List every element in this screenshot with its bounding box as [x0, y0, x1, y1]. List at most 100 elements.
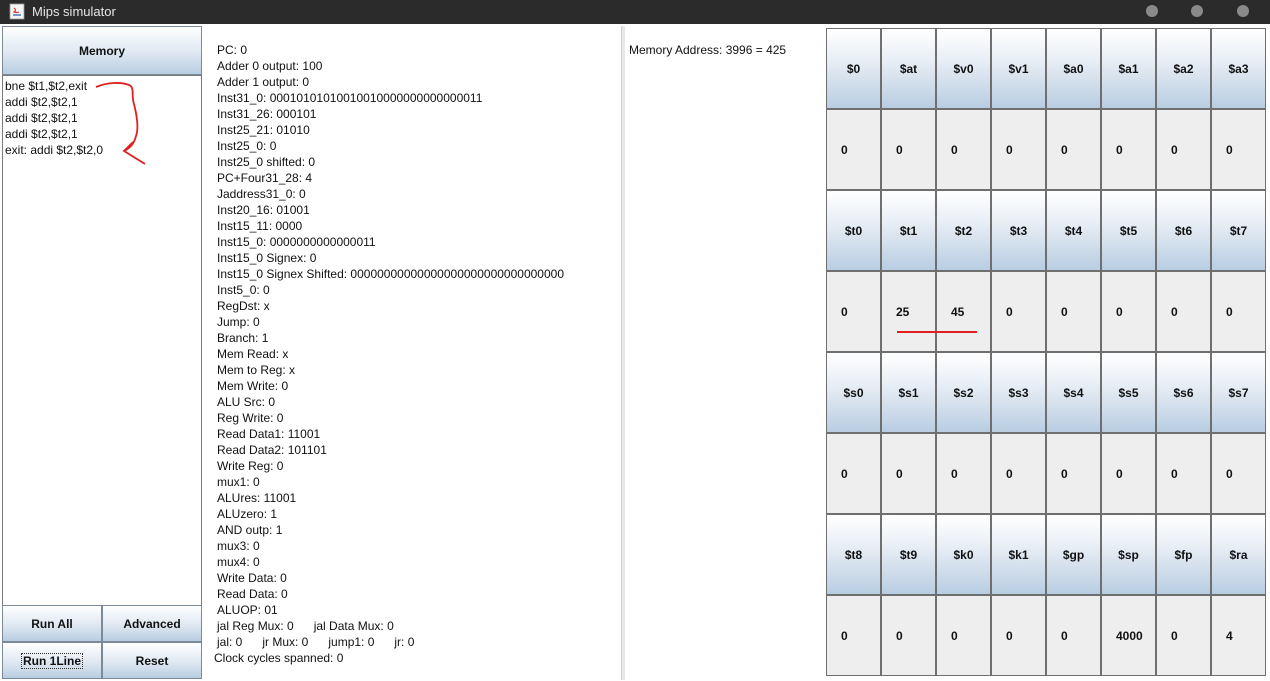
register-value-cell: 0 — [1156, 595, 1211, 676]
info-line: Branch: 1 — [217, 331, 269, 345]
register-name-cell: $gp — [1046, 514, 1101, 595]
register-value-cell: 0 — [826, 433, 881, 514]
register-value-cell: 0 — [881, 109, 936, 190]
register-value-cell: 0 — [1101, 271, 1156, 352]
register-value-cell: 0 — [1046, 109, 1101, 190]
window-title: Mips simulator — [32, 4, 116, 19]
register-name-cell: $s5 — [1101, 352, 1156, 433]
info-line: Inst31_0: 000101010100100100000000000000… — [217, 91, 483, 105]
close-button[interactable] — [1237, 5, 1249, 17]
register-value-cell: 0 — [991, 271, 1046, 352]
register-name-cell: $a3 — [1211, 28, 1266, 109]
info-line: AND outp: 1 — [217, 523, 283, 537]
register-value-cell: 25 — [881, 271, 936, 352]
info-line: mux1: 0 — [217, 475, 260, 489]
register-name-cell: $t7 — [1211, 190, 1266, 271]
info-line: Inst15_0: 0000000000000011 — [217, 235, 376, 249]
register-value-cell: 0 — [936, 109, 991, 190]
info-line: Reg Write: 0 — [217, 411, 284, 425]
datapath-info-panel: PC: 0 Adder 0 output: 100 Adder 1 output… — [203, 26, 621, 680]
code-editor[interactable]: bne $t1,$t2,exit addi $t2,$t2,1 addi $t2… — [2, 75, 202, 630]
register-value-cell: 0 — [1211, 109, 1266, 190]
memory-address-label: Memory Address: 3996 = 425 — [629, 43, 787, 57]
info-line: Jaddress31_0: 0 — [217, 187, 306, 201]
info-line: Inst25_0 shifted: 0 — [217, 155, 316, 169]
info-line: Read Data1: 11001 — [217, 427, 321, 441]
info-line: Mem to Reg: x — [217, 363, 296, 377]
register-name-cell: $s4 — [1046, 352, 1101, 433]
info-line: PC+Four31_28: 4 — [217, 171, 313, 185]
register-name-cell: $t3 — [991, 190, 1046, 271]
register-name-cell: $v0 — [936, 28, 991, 109]
register-name-cell: $s2 — [936, 352, 991, 433]
register-value-cell: 0 — [881, 595, 936, 676]
register-value-cell: 0 — [826, 271, 881, 352]
red-underline-annotation — [897, 331, 977, 333]
register-name-cell: $fp — [1156, 514, 1211, 595]
info-line: ALUOP: 01 — [217, 603, 278, 617]
info-line: mux3: 0 — [217, 539, 260, 553]
info-line: Write Reg: 0 — [217, 459, 284, 473]
info-line: Adder 1 output: 0 — [217, 75, 310, 89]
info-line: RegDst: x — [217, 299, 270, 313]
info-line: Mem Write: 0 — [217, 379, 289, 393]
info-line: Inst15_0 Signex Shifted: 000000000000000… — [217, 267, 564, 281]
register-name-cell: $s3 — [991, 352, 1046, 433]
register-grid: $0 $at $v0 $v1 $a0 $a1 $a2 $a3 0 0 0 0 0… — [826, 28, 1266, 676]
info-line: Write Data: 0 — [217, 571, 287, 585]
register-value-cell: 0 — [991, 595, 1046, 676]
info-line: Inst25_0: 0 — [217, 139, 277, 153]
info-line: ALUzero: 1 — [217, 507, 278, 521]
register-value-cell: 0 — [826, 595, 881, 676]
info-line: Inst15_0 Signex: 0 — [217, 251, 317, 265]
info-line: Inst20_16: 01001 — [217, 203, 310, 217]
info-line: Clock cycles spanned: 0 — [214, 651, 344, 665]
register-name-cell: $at — [881, 28, 936, 109]
register-name-cell: $s6 — [1156, 352, 1211, 433]
register-value-cell: 0 — [936, 433, 991, 514]
register-name-cell: $ra — [1211, 514, 1266, 595]
register-value-cell: 0 — [936, 595, 991, 676]
info-line: Inst15_11: 0000 — [217, 219, 303, 233]
info-line: Inst25_21: 01010 — [217, 123, 310, 137]
info-line: Adder 0 output: 100 — [217, 59, 323, 73]
minimize-button[interactable] — [1146, 5, 1158, 17]
register-value-cell: 0 — [991, 109, 1046, 190]
info-line: Mem Read: x — [217, 347, 289, 361]
register-value-cell: 0 — [1156, 271, 1211, 352]
register-value-cell: 4 — [1211, 595, 1266, 676]
register-name-cell: $sp — [1101, 514, 1156, 595]
maximize-button[interactable] — [1191, 5, 1203, 17]
info-line: PC: 0 — [217, 43, 248, 57]
register-name-cell: $a1 — [1101, 28, 1156, 109]
info-line: Inst5_0: 0 — [217, 283, 270, 297]
panel-divider[interactable] — [621, 26, 625, 680]
register-value-cell: 0 — [1156, 433, 1211, 514]
run-1line-button[interactable]: Run 1Line — [2, 642, 102, 679]
register-name-cell: $t5 — [1101, 190, 1156, 271]
red-arrow-annotation — [95, 82, 146, 165]
register-name-cell: $t0 — [826, 190, 881, 271]
register-name-cell: $t4 — [1046, 190, 1101, 271]
info-line: jal Reg Mux: 0 jal Data Mux: 0 — [217, 619, 394, 633]
register-name-cell: $t6 — [1156, 190, 1211, 271]
info-line: Read Data2: 101101 — [217, 443, 327, 457]
register-value-cell: 0 — [1046, 595, 1101, 676]
register-name-cell: $s1 — [881, 352, 936, 433]
register-name-cell: $0 — [826, 28, 881, 109]
info-line: ALUres: 11001 — [217, 491, 297, 505]
reset-button[interactable]: Reset — [102, 642, 202, 679]
register-value-cell: 0 — [1156, 109, 1211, 190]
register-value-cell: 0 — [1101, 109, 1156, 190]
advanced-button[interactable]: Advanced — [102, 605, 202, 642]
memory-button[interactable]: Memory — [2, 26, 202, 75]
run-all-button[interactable]: Run All — [2, 605, 102, 642]
register-name-cell: $v1 — [991, 28, 1046, 109]
register-name-cell: $t1 — [881, 190, 936, 271]
java-app-icon — [9, 3, 25, 20]
register-value-cell: 4000 — [1101, 595, 1156, 676]
register-name-cell: $t2 — [936, 190, 991, 271]
info-line: Read Data: 0 — [217, 587, 288, 601]
register-name-cell: $s0 — [826, 352, 881, 433]
info-line: Inst31_26: 000101 — [217, 107, 317, 121]
